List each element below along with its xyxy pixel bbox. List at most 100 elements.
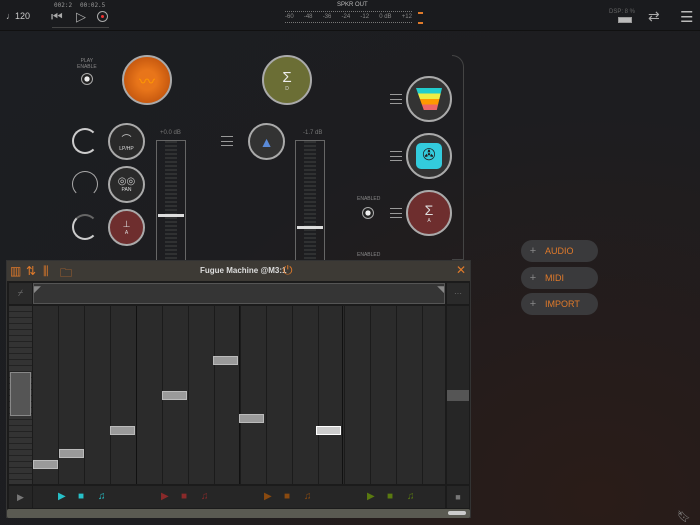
folder-icon[interactable]: 🗀︎	[60, 264, 72, 285]
sliders-icon[interactable]: ⫼	[43, 264, 49, 279]
bookmark-icon[interactable]: 🔖︎	[677, 510, 691, 523]
fader-track-2[interactable]	[295, 140, 325, 260]
plugin-title-bar: ▥ ⇅ ⫼ 🗀︎ Fugue Machine @M3:1 ⏻ ✕	[7, 261, 470, 281]
bar-line	[136, 306, 137, 484]
reorder-handle-icon[interactable]	[390, 208, 402, 218]
plus-icon: +	[529, 245, 537, 257]
close-icon[interactable]: ✕	[456, 263, 466, 277]
enabled-label: ENABLED	[357, 196, 381, 202]
horizontal-scrollbar[interactable]	[7, 509, 470, 518]
note-grid[interactable]	[33, 306, 445, 484]
power-icon[interactable]: ⏻	[283, 263, 293, 278]
node-label: A	[124, 230, 129, 236]
bus-d-node[interactable]: ΣD	[262, 55, 312, 105]
tick: -60	[285, 14, 294, 20]
play-button[interactable]: ▶	[9, 486, 32, 508]
menu-icon[interactable]: ☰	[680, 8, 693, 26]
players-bar: ▶ ■ ♫ ▶ ■ ♫ ▶ ■ ♫ ▶ ■ ♫	[33, 486, 445, 508]
output-meter: -60 -48 -36 -24 -12 0 dB +12	[285, 11, 412, 23]
dsp-load: DSP: 8 %	[609, 9, 636, 15]
scroll-handle[interactable]	[447, 390, 469, 401]
stop-all-button[interactable]: ■	[447, 486, 469, 508]
player-play-button[interactable]: ▶	[264, 491, 272, 502]
loop-end-handle[interactable]: ◥	[437, 284, 444, 295]
play-button[interactable]: ▷	[76, 9, 86, 25]
more-button[interactable]: ···	[447, 283, 469, 304]
player-play-button[interactable]: ▶	[161, 491, 169, 502]
reorder-handle-icon[interactable]	[390, 151, 402, 161]
pan-knob[interactable]	[72, 171, 98, 197]
player-note-button[interactable]: ♫	[304, 491, 312, 502]
enabled-toggle[interactable]	[362, 207, 374, 219]
filter-curve-icon: ⌒	[121, 135, 132, 146]
player-stop-button[interactable]: ■	[387, 491, 393, 502]
lphp-filter-node[interactable]: ⌒ LP/HP	[108, 123, 145, 160]
player-play-button[interactable]: ▶	[367, 491, 375, 502]
player-stop-button[interactable]: ■	[284, 491, 290, 502]
player-stop-button[interactable]: ■	[181, 491, 187, 502]
player-note-button[interactable]: ♫	[98, 491, 106, 502]
routing-icon[interactable]: ⇅	[26, 264, 36, 278]
plugin-node-1[interactable]	[406, 76, 452, 122]
note[interactable]	[316, 425, 342, 435]
reel-icon: ✇	[416, 143, 442, 169]
tick: 0 dB	[379, 14, 392, 20]
send-a-node[interactable]: ⊥ A	[108, 209, 145, 246]
send-knob[interactable]	[72, 214, 98, 240]
note[interactable]	[213, 356, 239, 365]
note[interactable]	[33, 460, 58, 470]
loop-start-handle[interactable]: ◤	[34, 284, 41, 295]
rewind-button[interactable]: ⏮	[51, 9, 63, 25]
button-label: AUDIO	[545, 246, 574, 256]
player-note-button[interactable]: ♫	[201, 491, 209, 502]
button-label: MIDI	[545, 273, 564, 283]
bar-line	[239, 306, 240, 484]
pan-node[interactable]: ◎◎ PAN	[108, 166, 145, 203]
note[interactable]	[58, 448, 84, 458]
play-enable-toggle[interactable]	[81, 73, 93, 85]
import-button[interactable]: + IMPORT	[521, 293, 598, 315]
timeline-overview[interactable]: ◤ ◥	[33, 283, 445, 304]
fader1-db: +0.0 dB	[160, 130, 181, 136]
note[interactable]	[161, 390, 187, 400]
note[interactable]	[110, 425, 136, 435]
scrollbar-thumb[interactable]	[448, 511, 466, 515]
position-bars: 002:2	[54, 2, 73, 9]
bracket	[452, 55, 464, 260]
fader-track-1[interactable]	[156, 140, 186, 260]
sum-icon: Σ	[282, 68, 292, 86]
routing-icon[interactable]: ⇄	[648, 8, 660, 25]
fader2-db: -1.7 dB	[303, 130, 323, 136]
plugin-window: ▥ ⇅ ⫼ 🗀︎ Fugue Machine @M3:1 ⏻ ✕ ⌿ ◤ ◥ ·…	[6, 260, 471, 518]
player-note-button[interactable]: ♫	[407, 491, 415, 502]
bar-line	[342, 306, 343, 484]
keyboard-scroll-handle[interactable]	[10, 372, 31, 416]
reorder-handle-icon[interactable]	[390, 94, 402, 104]
lphp-knob[interactable]	[72, 128, 98, 154]
fab-filter-icon	[416, 88, 442, 110]
tick: -36	[322, 14, 332, 20]
fader-handle[interactable]	[297, 225, 323, 229]
tempo[interactable]: ♩120	[6, 11, 30, 21]
keyboard[interactable]	[9, 306, 32, 484]
add-audio-button[interactable]: + AUDIO	[521, 240, 598, 262]
plugin-node-2[interactable]: ✇	[406, 133, 452, 179]
note[interactable]	[239, 414, 264, 423]
scroll-column[interactable]	[447, 306, 469, 484]
eq-plugin-icon: ▲	[259, 133, 274, 150]
add-midi-button[interactable]: + MIDI	[521, 267, 598, 289]
bus-a-node[interactable]: ΣA	[406, 190, 452, 236]
top-bar: ♩120 002:2 00:02.5 ⏮ ▷ SPKR OUT -60 -48 -3…	[0, 0, 700, 31]
fader-handle[interactable]	[158, 214, 184, 218]
audio-file-node[interactable]: 〰	[122, 55, 172, 105]
piano-icon[interactable]: ▥	[10, 264, 21, 278]
node-label: D	[285, 85, 289, 92]
eq-plugin-node[interactable]: ▲	[248, 123, 285, 160]
node-label: A	[427, 218, 431, 224]
player-stop-button[interactable]: ■	[78, 491, 84, 502]
reorder-handle-icon[interactable]	[221, 136, 233, 146]
record-button[interactable]	[97, 11, 108, 22]
node-label: LP/HP	[119, 146, 134, 152]
curve-icon[interactable]: ⌿	[9, 283, 32, 304]
player-play-button[interactable]: ▶	[58, 491, 66, 502]
